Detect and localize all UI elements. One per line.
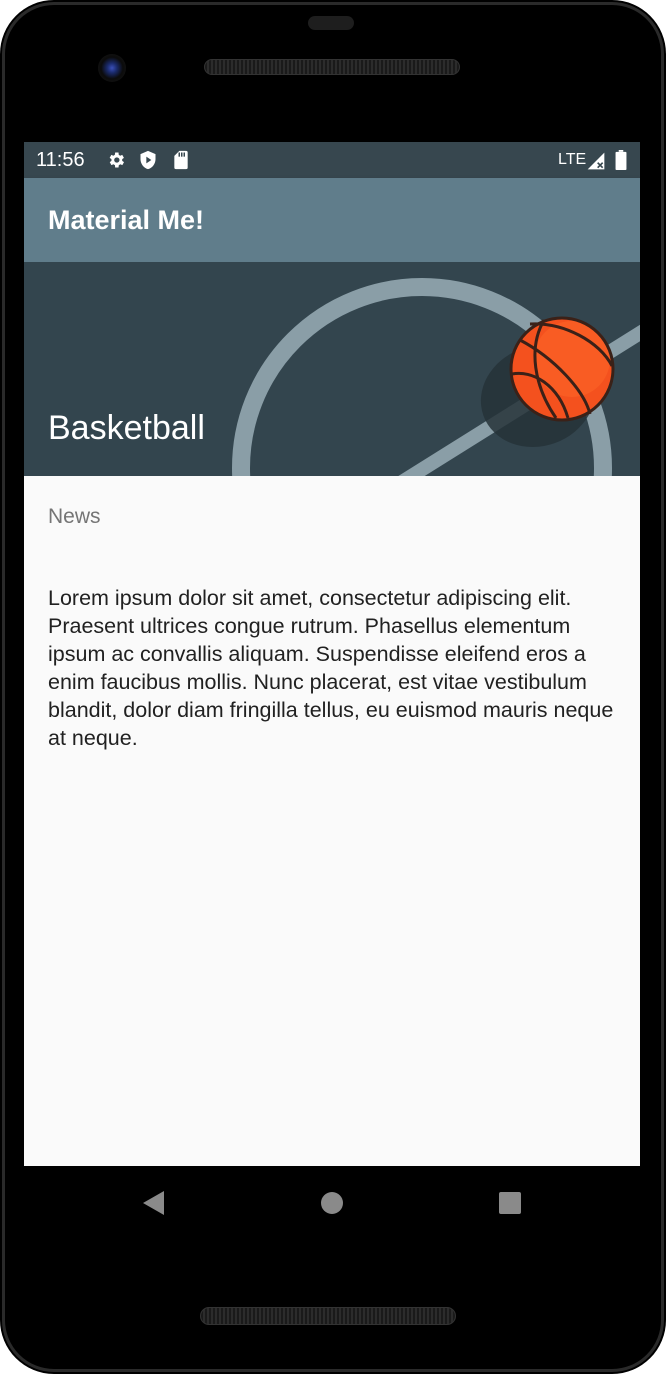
cell-signal-icon <box>586 151 606 176</box>
settings-icon <box>106 150 126 175</box>
bottom-speaker-grille <box>200 1307 456 1325</box>
top-speaker-grille <box>204 59 460 75</box>
article-body: Lorem ipsum dolor sit amet, consectetur … <box>48 586 614 750</box>
app-title: Material Me! <box>48 205 205 235</box>
status-time: 11:56 <box>36 149 85 171</box>
front-camera <box>98 54 126 82</box>
status-bar: 11:56 LTE <box>24 142 640 178</box>
battery-icon <box>615 150 627 175</box>
sd-card-icon <box>172 150 190 175</box>
back-icon[interactable] <box>142 1190 166 1221</box>
article-subtitle: News <box>48 505 101 528</box>
home-icon[interactable] <box>320 1191 344 1220</box>
system-navigation-bar <box>24 1166 640 1238</box>
app-bar: Material Me! <box>24 178 640 262</box>
recents-icon[interactable] <box>498 1191 522 1220</box>
network-type-label: LTE <box>558 151 587 168</box>
basketball-icon <box>509 316 615 422</box>
earpiece-slot <box>308 16 354 30</box>
hero-image-header: Basketball <box>24 262 640 476</box>
hero-title: Basketball <box>48 409 205 447</box>
phone-screen: 11:56 LTE Material Me! Basketball News L… <box>24 142 640 1166</box>
phone-frame: 11:56 LTE Material Me! Basketball News L… <box>0 0 666 1374</box>
play-protect-icon <box>138 150 158 175</box>
